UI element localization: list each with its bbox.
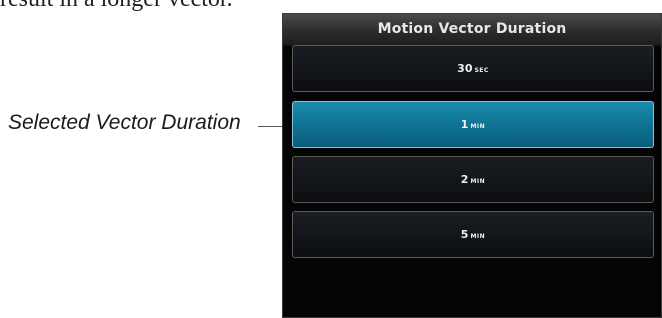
option-value: 2 [460,173,469,186]
duration-option-5-min[interactable]: 5 MIN [292,211,654,258]
duration-option-1-min[interactable]: 1 MIN [292,101,654,148]
duration-option-2-min[interactable]: 2 MIN [292,156,654,203]
panel-title: Motion Vector Duration [283,14,661,46]
option-unit: MIN [470,178,486,185]
option-value: 30 [457,62,473,75]
option-unit: MIN [470,123,486,130]
option-unit: MIN [470,233,486,240]
instruction-text: result in a longer vector. [0,0,233,13]
duration-option-30-sec[interactable]: 30 SEC [292,45,654,92]
callout-label: Selected Vector Duration [8,111,241,134]
motion-vector-duration-panel: Motion Vector Duration 30 SEC 1 MIN 2 MIN 5… [282,13,662,318]
option-value: 1 [460,118,469,131]
option-value: 5 [460,228,469,241]
option-unit: SEC [474,67,489,74]
